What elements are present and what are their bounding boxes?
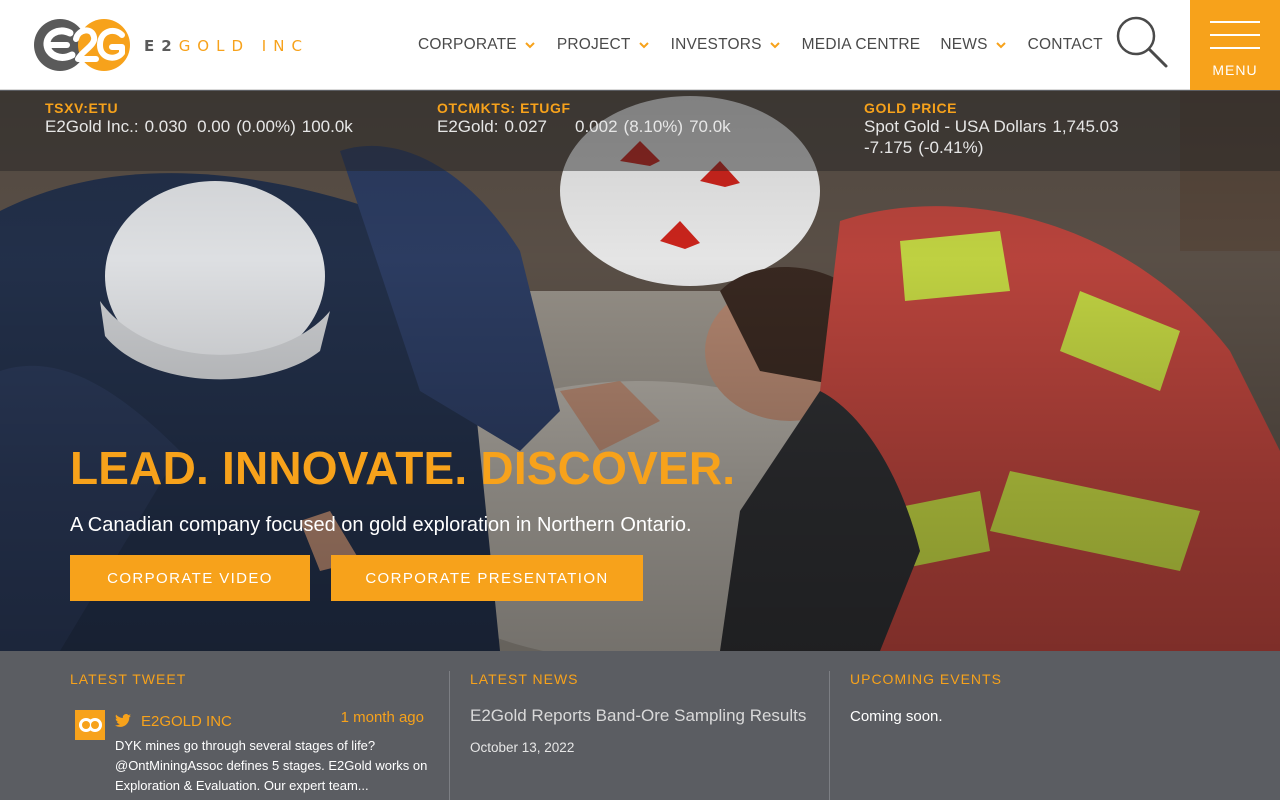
- chevron-down-icon: [769, 42, 780, 49]
- ticker-change: 0.00: [197, 117, 231, 136]
- stock-ticker-bar: TSXV:ETU E2Gold Inc.: 0.030 0.00 (0.00%) 100…: [0, 91, 1280, 171]
- latest-tweet-panel: LATEST TWEET E2GOLD INC 1 month ago DYK …: [70, 671, 445, 800]
- search-icon[interactable]: [1110, 10, 1174, 74]
- corporate-presentation-button[interactable]: CORPORATE PRESENTATION: [331, 555, 643, 601]
- upcoming-events-panel: UPCOMING EVENTS Coming soon.: [850, 671, 1230, 800]
- chevron-down-icon: [638, 42, 649, 49]
- ticker-line-2: -7.175 (-0.41%): [864, 138, 1125, 158]
- nav-item-contact[interactable]: CONTACT: [1018, 0, 1113, 90]
- latest-news-panel: LATEST NEWS E2Gold Reports Band-Ore Samp…: [470, 671, 820, 800]
- news-title-link[interactable]: E2Gold Reports Band-Ore Sampling Results: [470, 706, 806, 726]
- hero-section: TSXV:ETU E2Gold Inc.: 0.030 0.00 (0.00%) 100…: [0, 91, 1280, 651]
- twitter-avatar[interactable]: [75, 710, 105, 740]
- nav-label: MEDIA CENTRE: [801, 36, 921, 53]
- ticker-volume: 100.0k: [301, 117, 353, 136]
- logo-wordmark: E2GOLD INC: [144, 37, 309, 55]
- nav-item-investors[interactable]: INVESTORS: [661, 0, 792, 90]
- ticker-pct: (8.10%): [623, 117, 684, 136]
- news-date: October 13, 2022: [470, 740, 575, 755]
- ticker-otc[interactable]: OTCMKTS: ETUGF E2Gold: 0.027 0.002 (8.10%) 7…: [437, 100, 737, 137]
- ticker-title: OTCMKTS: ETUGF: [437, 100, 571, 116]
- hamburger-icon: [1210, 21, 1260, 49]
- nav-item-news[interactable]: NEWS: [930, 0, 1017, 90]
- nav-label: PROJECT: [556, 36, 631, 53]
- ticker-change: 0.002: [574, 117, 618, 136]
- info-strip: LATEST TWEET E2GOLD INC 1 month ago DYK …: [0, 651, 1280, 800]
- hero-subline: A Canadian company focused on gold explo…: [70, 514, 692, 536]
- ticker-name: E2Gold Inc.:: [45, 117, 139, 136]
- ticker-price: 1,745.03: [1052, 117, 1119, 136]
- tweet-timestamp[interactable]: 1 month ago: [338, 709, 424, 726]
- events-placeholder-text: Coming soon.: [850, 708, 943, 725]
- chevron-down-icon: [995, 42, 1006, 49]
- twitter-username[interactable]: E2GOLD INC: [141, 713, 232, 730]
- upcoming-events-heading: UPCOMING EVENTS: [850, 671, 1002, 687]
- column-divider: [829, 671, 830, 800]
- ticker-line: Spot Gold - USA Dollars 1,745.03: [864, 117, 1125, 137]
- ticker-pct: (-0.41%): [918, 138, 984, 157]
- nav-item-media-centre[interactable]: MEDIA CENTRE: [792, 0, 931, 90]
- ticker-price: 0.030: [144, 117, 188, 136]
- e2gold-logo[interactable]: E2GOLD INC: [34, 17, 304, 73]
- latest-news-heading: LATEST NEWS: [470, 671, 579, 687]
- ticker-name: Spot Gold - USA Dollars: [864, 117, 1047, 136]
- ticker-title: GOLD PRICE: [864, 100, 958, 116]
- menu-label: MENU: [1212, 62, 1258, 78]
- ticker-tsxv[interactable]: TSXV:ETU E2Gold Inc.: 0.030 0.00 (0.00%) 100…: [45, 100, 359, 137]
- logo-wordmark-e2: E2: [144, 37, 179, 55]
- ticker-title: TSXV:ETU: [45, 100, 119, 116]
- twitter-bird-icon: [115, 714, 131, 727]
- nav-label: INVESTORS: [670, 36, 762, 53]
- nav-item-project[interactable]: PROJECT: [547, 0, 661, 90]
- ticker-price: 0.027: [504, 117, 547, 136]
- nav-label: NEWS: [940, 36, 988, 53]
- ticker-line: E2Gold Inc.: 0.030 0.00 (0.00%) 100.0k: [45, 117, 359, 137]
- tweet-text: DYK mines go through several stages of l…: [115, 738, 428, 793]
- nav-label: CONTACT: [1027, 36, 1103, 53]
- hero-headline: LEAD. INNOVATE. DISCOVER.: [70, 442, 736, 494]
- site-header: E2GOLD INC CORPORATE PROJECT INVESTORS M…: [0, 0, 1280, 90]
- chevron-down-icon: [525, 42, 535, 49]
- ticker-volume: 70.0k: [689, 117, 731, 136]
- ticker-pct: (0.00%): [236, 117, 296, 136]
- nav-label: CORPORATE: [418, 36, 517, 53]
- latest-tweet-heading: LATEST TWEET: [70, 671, 187, 687]
- ticker-gold[interactable]: GOLD PRICE Spot Gold - USA Dollars 1,745.…: [864, 100, 1125, 158]
- corporate-video-button[interactable]: CORPORATE VIDEO: [70, 555, 310, 601]
- menu-button[interactable]: MENU: [1190, 0, 1280, 90]
- main-nav: CORPORATE PROJECT INVESTORS MEDIA CENTRE…: [408, 0, 1113, 90]
- logo-wordmark-gold-inc: GOLD INC: [178, 37, 309, 55]
- e2gold-logo-mark: [34, 19, 130, 71]
- column-divider: [449, 671, 450, 800]
- nav-item-corporate[interactable]: CORPORATE: [408, 0, 547, 90]
- ticker-change: -7.175: [864, 138, 913, 157]
- ticker-line: E2Gold: 0.027 0.002 (8.10%) 70.0k: [437, 117, 737, 137]
- ticker-name: E2Gold:: [437, 117, 499, 136]
